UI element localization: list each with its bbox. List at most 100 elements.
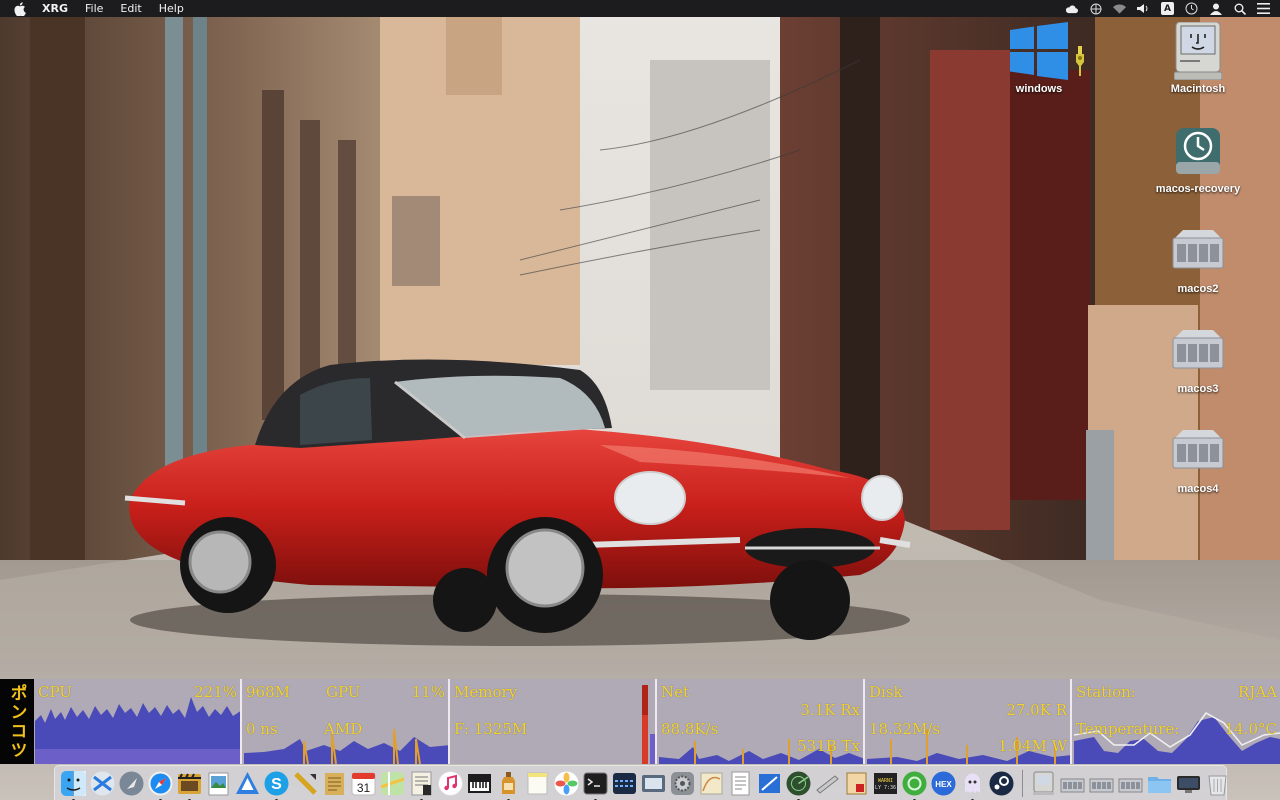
- dock-separator: [1022, 769, 1023, 797]
- steam-icon[interactable]: [988, 770, 1015, 797]
- notification-center-icon[interactable]: [1257, 2, 1270, 15]
- net-tx: 531B Tx: [797, 737, 860, 755]
- stylus-icon[interactable]: [814, 770, 841, 797]
- script-editor-icon[interactable]: [408, 770, 435, 800]
- desktop-icon-macintosh[interactable]: Macintosh: [1148, 22, 1248, 95]
- gpu-vram: 968M: [246, 683, 290, 701]
- script-icon[interactable]: [843, 770, 870, 797]
- display-icon[interactable]: [1175, 770, 1202, 797]
- xrg-weather-module: Station: RJAA Temperature: 14.0°C: [1074, 679, 1280, 764]
- dock: S 31 WARNI LY 7:36 HEX: [54, 765, 1227, 800]
- gpu-vendor: AMD: [324, 720, 363, 738]
- disk-read: 27.0K R: [1006, 701, 1067, 719]
- disk-write: 1.04M W: [998, 737, 1067, 755]
- music-icon[interactable]: [437, 770, 464, 797]
- desktop-icon-label: macos2: [1177, 283, 1219, 295]
- net-rx: 3.1K Rx: [800, 701, 860, 719]
- disk-label: Disk: [869, 683, 903, 701]
- menu-file[interactable]: File: [85, 0, 103, 17]
- ghost-icon[interactable]: [959, 770, 986, 800]
- finder-icon[interactable]: [60, 770, 87, 800]
- classic-mac-drive-icon: [1168, 22, 1228, 80]
- launchpad-icon[interactable]: [118, 770, 145, 797]
- net-label: Net: [661, 683, 690, 701]
- xcode-hammer-icon[interactable]: [292, 770, 319, 797]
- notes-pad-icon[interactable]: [321, 770, 348, 797]
- icloud-icon[interactable]: [1065, 2, 1078, 15]
- gpu-label: GPU: [326, 683, 361, 701]
- terminal-icon[interactable]: [582, 770, 609, 800]
- desktop-icon-label: macos-recovery: [1155, 183, 1241, 195]
- xrg-memory-module: Memory F: 1325M: [452, 679, 657, 764]
- migration-assistant-icon[interactable]: [89, 770, 116, 797]
- screenshot-icon[interactable]: [640, 770, 667, 797]
- desktop-icon-macos2[interactable]: macos2: [1148, 222, 1248, 295]
- server-drive-icon[interactable]: [1088, 770, 1115, 797]
- app-menu[interactable]: XRG: [42, 0, 68, 17]
- desktop-icon-macos-recovery[interactable]: macos-recovery: [1148, 122, 1248, 195]
- input-source-label: A: [1164, 3, 1171, 14]
- hex-fiend-icon[interactable]: HEX: [930, 770, 957, 797]
- gpu-latency: 0 ns: [246, 720, 278, 738]
- time-machine-icon[interactable]: [1185, 2, 1198, 15]
- folder-icon[interactable]: [1146, 770, 1173, 797]
- radar-icon[interactable]: [785, 770, 812, 800]
- menu-edit[interactable]: Edit: [120, 0, 141, 17]
- xrg-network-module: Net 3.1K Rx 88.8K/s 531B Tx: [659, 679, 865, 764]
- preview-icon[interactable]: [205, 770, 232, 797]
- xcode-icon[interactable]: [756, 770, 783, 797]
- calendar-icon[interactable]: 31: [350, 770, 377, 797]
- bottle-icon[interactable]: [495, 770, 522, 800]
- server-drive-icon[interactable]: [1117, 770, 1144, 797]
- piano-icon[interactable]: [466, 770, 493, 797]
- server-drive-icon: [1168, 422, 1228, 480]
- weather-temperature: 14.0°C: [1224, 720, 1277, 738]
- desktop-icon-label: macos4: [1177, 483, 1219, 495]
- weather-station-label: Station:: [1076, 683, 1136, 701]
- photos-icon[interactable]: [553, 770, 580, 797]
- weather-station: RJAA: [1238, 683, 1277, 701]
- apple-menu-icon[interactable]: [14, 1, 28, 16]
- user-icon[interactable]: [1209, 2, 1222, 15]
- input-source-icon[interactable]: A: [1161, 2, 1174, 15]
- xrg-cpu-module: CPU 221%: [35, 679, 242, 764]
- svg-text:HEX: HEX: [935, 780, 952, 789]
- safari-icon[interactable]: [147, 770, 174, 800]
- network-icon[interactable]: [1089, 2, 1102, 15]
- wifi-icon[interactable]: [1113, 2, 1126, 15]
- calendar-day: 31: [357, 781, 371, 795]
- server-drive-icon: [1168, 322, 1228, 380]
- stickies-icon[interactable]: [524, 770, 551, 797]
- globe-green-icon[interactable]: [901, 770, 928, 800]
- menu-bar: XRG File Edit Help A: [0, 0, 1280, 17]
- xrg-title-bar[interactable]: ポンコツ: [0, 679, 34, 764]
- spotlight-icon[interactable]: [1233, 2, 1246, 15]
- xrg-disk-module: Disk 27.0K R 18.32M/s 1.04M W: [867, 679, 1072, 764]
- server-drive-icon[interactable]: [1059, 770, 1086, 797]
- xrg-gpu-module: 968M GPU 11% 0 ns AMD: [244, 679, 450, 764]
- maps-icon[interactable]: [379, 770, 406, 797]
- final-cut-icon[interactable]: [176, 770, 203, 800]
- volume-icon[interactable]: [1137, 2, 1150, 15]
- time-machine-drive-icon: [1168, 122, 1228, 180]
- menu-help[interactable]: Help: [159, 0, 184, 17]
- desktop-icon-usb-key[interactable]: [1060, 45, 1100, 79]
- textedit-icon[interactable]: [727, 770, 754, 797]
- console-icon[interactable]: WARNI LY 7:36: [872, 770, 899, 797]
- desktop-icon-macos3[interactable]: macos3: [1148, 322, 1248, 395]
- desktop-icon-label: Macintosh: [1170, 83, 1226, 95]
- memory-free: F: 1325M: [454, 720, 528, 738]
- skype-icon[interactable]: S: [263, 770, 290, 800]
- xcode-instruments-icon[interactable]: [234, 770, 261, 797]
- xrg-monitor-window[interactable]: ポンコツ CPU 221% 968M GPU 11% 0 ns AMD Memo…: [0, 679, 1280, 764]
- grapher-icon[interactable]: [698, 770, 725, 797]
- desktop-icon-label: macos3: [1177, 383, 1219, 395]
- net-rate: 88.8K/s: [661, 720, 719, 738]
- trash-icon[interactable]: [1204, 770, 1231, 797]
- activity-monitor-icon[interactable]: [611, 770, 638, 797]
- xrg-machine-name: ポンコツ: [6, 683, 27, 760]
- system-preferences-icon[interactable]: [669, 770, 696, 797]
- svg-text:S: S: [271, 776, 282, 793]
- macintosh-hd-icon[interactable]: [1030, 770, 1057, 797]
- desktop-icon-macos4[interactable]: macos4: [1148, 422, 1248, 495]
